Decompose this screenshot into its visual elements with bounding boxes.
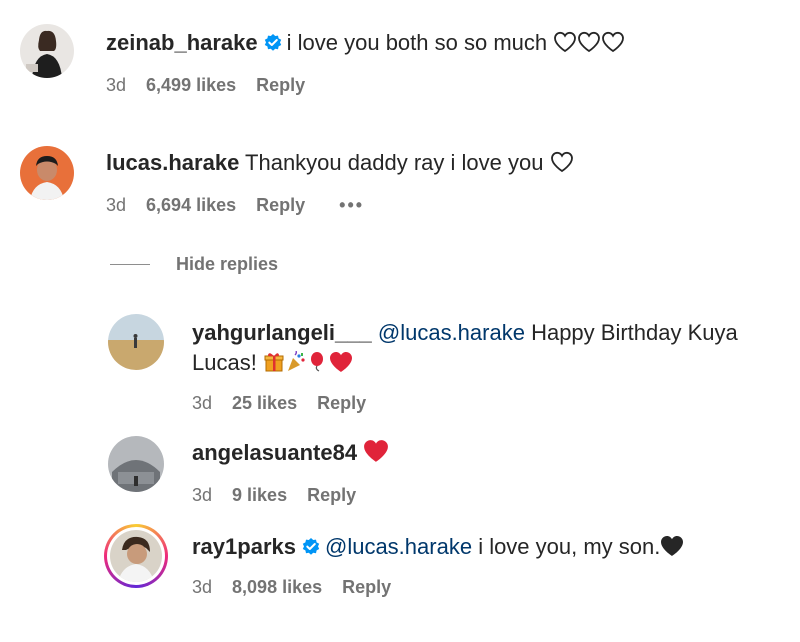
username[interactable]: zeinab_harake <box>106 30 258 55</box>
comment-line: yahgurlangeli___ @lucas.harake Happy Bir… <box>192 318 772 381</box>
black-heart-icon <box>660 535 684 565</box>
username[interactable]: yahgurlangeli___ <box>192 320 372 345</box>
heart-outline-icon <box>550 151 574 181</box>
party-popper-icon <box>285 350 307 381</box>
more-options-icon[interactable]: ••• <box>339 195 364 215</box>
hide-replies-button[interactable]: Hide replies <box>110 252 278 276</box>
avatar[interactable] <box>20 24 74 78</box>
red-heart-icon <box>329 351 353 381</box>
reply-button[interactable]: Reply <box>307 485 356 505</box>
comment-meta: 3d 25 likes Reply <box>192 392 386 414</box>
username[interactable]: lucas.harake <box>106 150 239 175</box>
verified-badge-icon <box>301 535 321 565</box>
reply-button[interactable]: Reply <box>256 195 305 215</box>
avatar[interactable] <box>108 314 164 370</box>
username[interactable]: angelasuante84 <box>192 440 357 465</box>
comment-meta: 3d 6,694 likes Reply ••• <box>106 194 384 216</box>
comment-line: ray1parks @lucas.harake i love you, my so… <box>192 532 684 565</box>
timestamp: 3d <box>106 195 127 215</box>
comment-meta: 3d 8,098 likes Reply <box>192 576 411 598</box>
likes-count[interactable]: 6,499 likes <box>146 75 236 95</box>
divider-line <box>110 263 150 265</box>
comment-line: angelasuante84 <box>192 438 389 471</box>
balloon-icon <box>307 351 329 381</box>
comment-meta: 3d 9 likes Reply <box>192 484 376 506</box>
verified-badge-icon <box>263 31 283 61</box>
gift-icon <box>263 351 285 381</box>
timestamp: 3d <box>192 485 213 505</box>
hide-replies-label: Hide replies <box>176 254 279 274</box>
mention-link[interactable]: @lucas.harake <box>378 320 525 345</box>
comment-text: i love you, my son. <box>478 534 661 559</box>
avatar-story-ring[interactable] <box>104 524 168 588</box>
heart-outline-icon <box>553 31 577 61</box>
username[interactable]: ray1parks <box>192 534 296 559</box>
mention-link[interactable]: @lucas.harake <box>325 534 472 559</box>
reply-button[interactable]: Reply <box>342 577 391 597</box>
timestamp: 3d <box>192 393 213 413</box>
comment-text: Thankyou daddy ray i love you <box>245 150 544 175</box>
avatar[interactable] <box>108 436 164 492</box>
comment-meta: 3d 6,499 likes Reply <box>106 74 325 96</box>
avatar[interactable] <box>20 146 74 200</box>
likes-count[interactable]: 8,098 likes <box>232 577 322 597</box>
comment-line: zeinab_harake i love you both so so much <box>106 28 625 61</box>
likes-count[interactable]: 25 likes <box>232 393 297 413</box>
heart-outline-icon <box>601 31 625 61</box>
likes-count[interactable]: 9 likes <box>232 485 287 505</box>
likes-count[interactable]: 6,694 likes <box>146 195 236 215</box>
timestamp: 3d <box>106 75 127 95</box>
red-heart-icon <box>363 439 389 471</box>
avatar <box>107 527 165 585</box>
heart-outline-icon <box>577 31 601 61</box>
reply-button[interactable]: Reply <box>317 393 366 413</box>
comment-line: lucas.harake Thankyou daddy ray i love y… <box>106 148 574 181</box>
comment-text: i love you both so so much <box>286 30 548 55</box>
reply-button[interactable]: Reply <box>256 75 305 95</box>
timestamp: 3d <box>192 577 213 597</box>
